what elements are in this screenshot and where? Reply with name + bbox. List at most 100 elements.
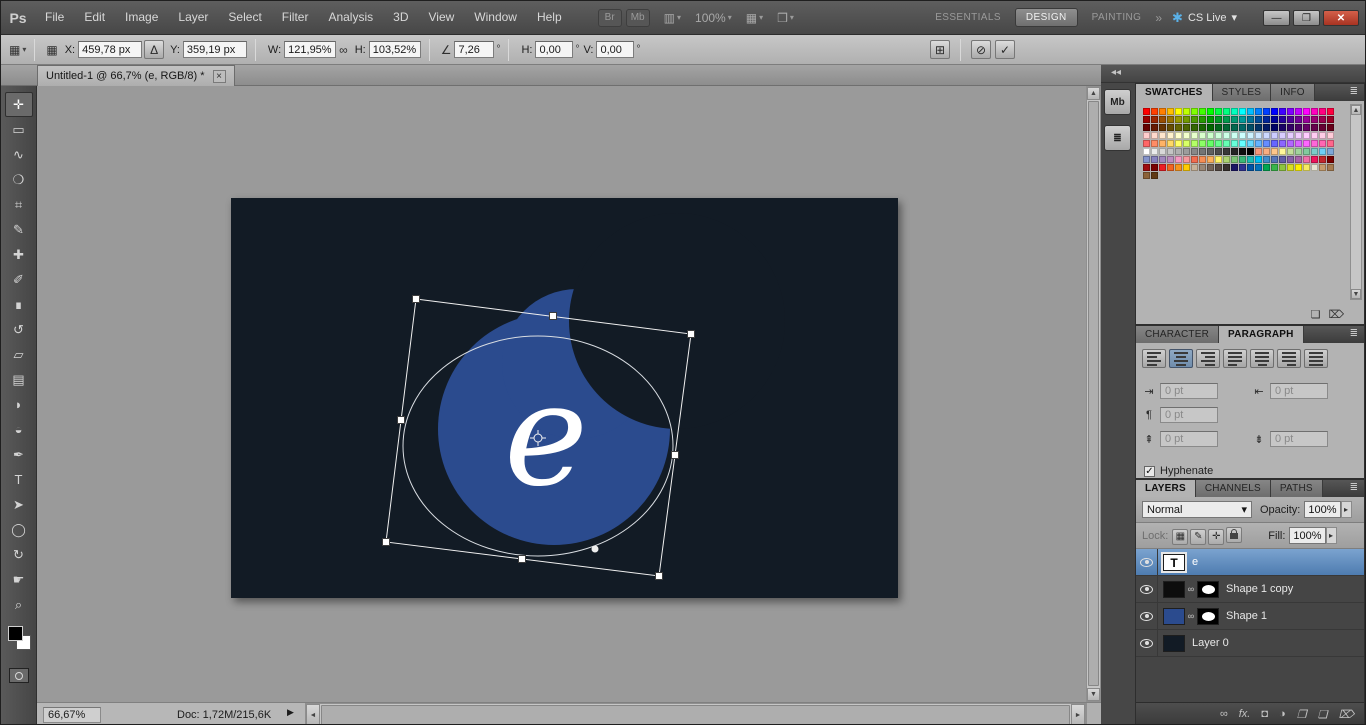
view-extras-button[interactable]: ▦ ▾ bbox=[746, 11, 763, 25]
swatch[interactable] bbox=[1319, 156, 1326, 163]
cancel-transform-button[interactable]: ⊘ bbox=[971, 40, 991, 59]
swatch[interactable] bbox=[1287, 116, 1294, 123]
move-tool[interactable]: ✛ bbox=[4, 92, 33, 117]
visibility-toggle[interactable] bbox=[1136, 602, 1158, 630]
swatch[interactable] bbox=[1143, 116, 1150, 123]
swatch[interactable] bbox=[1239, 116, 1246, 123]
swatch[interactable] bbox=[1215, 132, 1222, 139]
layer-style-icon[interactable]: fx. bbox=[1239, 708, 1251, 720]
scroll-left-icon[interactable]: ◄ bbox=[306, 704, 320, 724]
tab-character[interactable]: CHARACTER bbox=[1136, 326, 1220, 343]
maintain-aspect-ratio-icon[interactable]: ∞ bbox=[339, 43, 348, 57]
swatch[interactable] bbox=[1143, 172, 1150, 179]
swatch[interactable] bbox=[1255, 156, 1262, 163]
swatch[interactable] bbox=[1263, 156, 1270, 163]
swatch[interactable] bbox=[1295, 148, 1302, 155]
tab-styles[interactable]: STYLES bbox=[1212, 84, 1272, 101]
swatch[interactable] bbox=[1239, 124, 1246, 131]
layer-row[interactable]: ∞ Shape 1 bbox=[1136, 602, 1364, 630]
opacity-field[interactable]: 100% bbox=[1304, 501, 1341, 518]
swatch[interactable] bbox=[1199, 132, 1206, 139]
menu-image[interactable]: Image bbox=[115, 10, 168, 24]
swatch[interactable] bbox=[1327, 148, 1334, 155]
workspace-overflow-button[interactable]: » bbox=[1155, 11, 1162, 25]
swatch[interactable] bbox=[1199, 108, 1206, 115]
zoom-percentage-field[interactable]: 66,67% bbox=[43, 707, 101, 723]
swatches-scrollbar[interactable]: ▲ ▼ bbox=[1350, 104, 1362, 300]
swatch[interactable] bbox=[1303, 140, 1310, 147]
swatch[interactable] bbox=[1247, 132, 1254, 139]
swatch[interactable] bbox=[1247, 164, 1254, 171]
scroll-up-icon[interactable]: ▲ bbox=[1087, 87, 1100, 100]
swatch[interactable] bbox=[1215, 156, 1222, 163]
new-swatch-icon[interactable]: ❏ bbox=[1311, 308, 1321, 321]
horizontal-scroll-thumb[interactable] bbox=[321, 705, 1070, 724]
swatch[interactable] bbox=[1223, 108, 1230, 115]
swatch[interactable] bbox=[1223, 140, 1230, 147]
swatch[interactable] bbox=[1183, 124, 1190, 131]
swatch[interactable] bbox=[1191, 116, 1198, 123]
menu-3d[interactable]: 3D bbox=[383, 10, 418, 24]
zoom-level-dropdown[interactable]: 100% ▾ bbox=[695, 11, 732, 25]
swatch[interactable] bbox=[1199, 148, 1206, 155]
menu-file[interactable]: File bbox=[35, 10, 74, 24]
quick-mask-button[interactable] bbox=[9, 668, 29, 683]
swatch[interactable] bbox=[1287, 164, 1294, 171]
layer-comps-panel-icon[interactable]: ≣ bbox=[1104, 125, 1131, 151]
swatch[interactable] bbox=[1223, 132, 1230, 139]
y-position-field[interactable] bbox=[182, 41, 247, 58]
swatch[interactable] bbox=[1143, 156, 1150, 163]
panel-menu-icon[interactable]: ≣ bbox=[1350, 84, 1364, 101]
swatch[interactable] bbox=[1263, 132, 1270, 139]
swatch[interactable] bbox=[1303, 124, 1310, 131]
swatch[interactable] bbox=[1239, 148, 1246, 155]
fill-slider-arrow[interactable]: ▸ bbox=[1325, 527, 1337, 544]
swatch[interactable] bbox=[1167, 148, 1174, 155]
swatch[interactable] bbox=[1279, 116, 1286, 123]
swatch[interactable] bbox=[1271, 132, 1278, 139]
layer-thumbnail[interactable] bbox=[1163, 607, 1185, 625]
lock-all-icon[interactable] bbox=[1226, 526, 1243, 543]
swatch[interactable] bbox=[1183, 164, 1190, 171]
swatch[interactable] bbox=[1255, 116, 1262, 123]
menu-edit[interactable]: Edit bbox=[74, 10, 115, 24]
dodge-tool[interactable]: ◒ bbox=[5, 417, 33, 442]
swatch[interactable] bbox=[1311, 164, 1318, 171]
visibility-toggle[interactable] bbox=[1136, 575, 1158, 603]
swatch[interactable] bbox=[1255, 108, 1262, 115]
new-layer-icon[interactable]: ❏ bbox=[1318, 708, 1328, 721]
swatch[interactable] bbox=[1167, 132, 1174, 139]
rotate-view-tool[interactable]: ↻ bbox=[5, 542, 33, 567]
swatch[interactable] bbox=[1175, 164, 1182, 171]
eraser-tool[interactable]: ▱ bbox=[5, 342, 33, 367]
swatch[interactable] bbox=[1143, 140, 1150, 147]
swatch[interactable] bbox=[1167, 124, 1174, 131]
menu-help[interactable]: Help bbox=[527, 10, 572, 24]
reference-point-locator[interactable]: ▦ bbox=[46, 43, 57, 57]
swatch[interactable] bbox=[1295, 108, 1302, 115]
justify-last-right-button[interactable] bbox=[1277, 349, 1301, 368]
rotation-angle-field[interactable] bbox=[454, 41, 495, 58]
space-before-field[interactable]: 0 pt bbox=[1160, 431, 1218, 447]
swatch[interactable] bbox=[1223, 156, 1230, 163]
indent-left-field[interactable]: 0 pt bbox=[1160, 383, 1218, 399]
justify-last-left-button[interactable] bbox=[1223, 349, 1247, 368]
swatch[interactable] bbox=[1303, 156, 1310, 163]
swatch[interactable] bbox=[1151, 140, 1158, 147]
swatch[interactable] bbox=[1191, 140, 1198, 147]
first-line-indent-field[interactable]: 0 pt bbox=[1160, 407, 1218, 423]
arrange-documents-button[interactable]: ▥ ▾ bbox=[664, 11, 681, 25]
swatch[interactable] bbox=[1303, 164, 1310, 171]
indent-right-field[interactable]: 0 pt bbox=[1270, 383, 1328, 399]
swatch[interactable] bbox=[1247, 156, 1254, 163]
tab-info[interactable]: INFO bbox=[1271, 84, 1315, 101]
scroll-up-icon[interactable]: ▲ bbox=[1351, 105, 1361, 115]
tab-layers[interactable]: LAYERS bbox=[1136, 480, 1196, 497]
swatch[interactable] bbox=[1151, 132, 1158, 139]
mb-button[interactable]: Mb bbox=[625, 8, 650, 27]
swatch[interactable] bbox=[1231, 140, 1238, 147]
swatch[interactable] bbox=[1167, 164, 1174, 171]
workspace-design[interactable]: DESIGN bbox=[1014, 8, 1078, 27]
space-after-field[interactable]: 0 pt bbox=[1270, 431, 1328, 447]
menu-layer[interactable]: Layer bbox=[168, 10, 218, 24]
